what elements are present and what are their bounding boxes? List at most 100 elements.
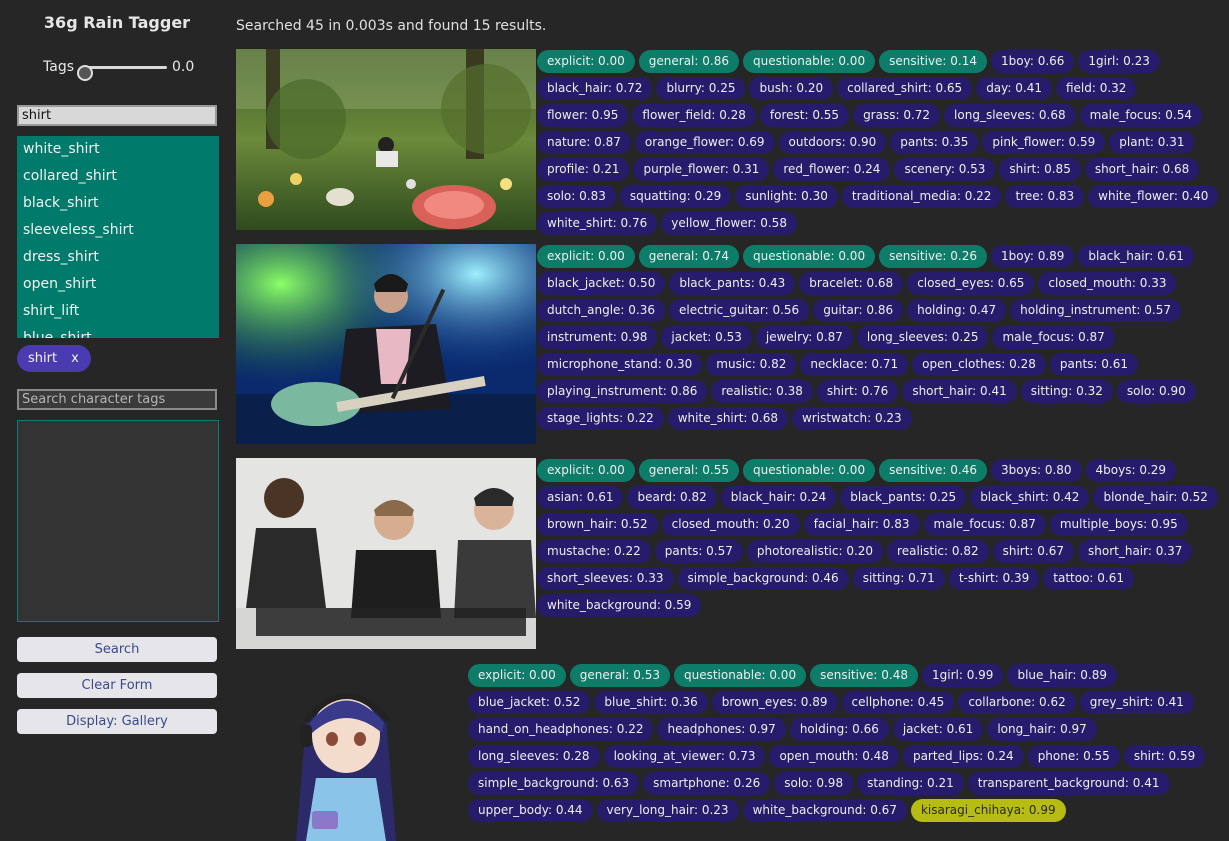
tag-badge[interactable]: transparent_background: 0.41 bbox=[967, 772, 1170, 795]
tag-badge[interactable]: long_hair: 0.97 bbox=[987, 718, 1097, 741]
tag-suggestion-list[interactable]: white_shirt collared_shirt black_shirt s… bbox=[17, 136, 219, 338]
tag-badge[interactable]: hand_on_headphones: 0.22 bbox=[468, 718, 654, 741]
tag-badge[interactable]: holding: 0.66 bbox=[789, 718, 889, 741]
tag-badge[interactable]: short_sleeves: 0.33 bbox=[537, 567, 674, 590]
tag-badge[interactable]: black_jacket: 0.50 bbox=[537, 272, 666, 295]
tag-badge[interactable]: jacket: 0.61 bbox=[892, 718, 984, 741]
tag-badge[interactable]: black_hair: 0.24 bbox=[720, 486, 837, 509]
tag-badge[interactable]: 4boys: 0.29 bbox=[1085, 459, 1177, 482]
tag-badge[interactable]: bracelet: 0.68 bbox=[799, 272, 904, 295]
tag-badge[interactable]: nature: 0.87 bbox=[537, 131, 631, 154]
clear-form-button[interactable]: Clear Form bbox=[17, 673, 217, 698]
tag-badge[interactable]: white_shirt: 0.76 bbox=[537, 212, 658, 235]
tag-badge[interactable]: open_clothes: 0.28 bbox=[912, 353, 1046, 376]
tag-badge[interactable]: sensitive: 0.26 bbox=[879, 245, 988, 268]
tag-badge[interactable]: general: 0.74 bbox=[638, 245, 739, 268]
tag-badge[interactable]: jewelry: 0.87 bbox=[755, 326, 853, 349]
tag-badge[interactable]: beard: 0.82 bbox=[627, 486, 717, 509]
tag-badge[interactable]: long_sleeves: 0.25 bbox=[856, 326, 989, 349]
tag-badge[interactable]: forest: 0.55 bbox=[759, 104, 850, 127]
tag-badge[interactable]: collarbone: 0.62 bbox=[958, 691, 1076, 714]
tag-badge[interactable]: orange_flower: 0.69 bbox=[634, 131, 775, 154]
tag-badge[interactable]: grey_shirt: 0.41 bbox=[1079, 691, 1194, 714]
tag-badge[interactable]: general: 0.53 bbox=[569, 664, 670, 687]
tag-badge[interactable]: standing: 0.21 bbox=[857, 772, 964, 795]
tag-badge[interactable]: instrument: 0.98 bbox=[537, 326, 658, 349]
tag-badge[interactable]: guitar: 0.86 bbox=[813, 299, 904, 322]
tag-badge[interactable]: wristwatch: 0.23 bbox=[791, 407, 912, 430]
suggestion-item[interactable]: black_shirt bbox=[17, 190, 219, 217]
tag-badge[interactable]: asian: 0.61 bbox=[537, 486, 624, 509]
tag-badge[interactable]: mustache: 0.22 bbox=[537, 540, 651, 563]
tag-badge[interactable]: questionable: 0.00 bbox=[742, 50, 876, 73]
tag-badge[interactable]: black_pants: 0.43 bbox=[669, 272, 796, 295]
tag-badge[interactable]: 3boys: 0.80 bbox=[991, 459, 1082, 482]
tag-badge[interactable]: squatting: 0.29 bbox=[619, 185, 732, 208]
tag-badge[interactable]: upper_body: 0.44 bbox=[468, 799, 593, 822]
tag-badge[interactable]: photorealistic: 0.20 bbox=[746, 540, 884, 563]
result-image-three-men[interactable] bbox=[236, 458, 536, 649]
tag-badge[interactable]: realistic: 0.82 bbox=[887, 540, 989, 563]
tag-badge[interactable]: sitting: 0.32 bbox=[1020, 380, 1113, 403]
tag-badge[interactable]: electric_guitar: 0.56 bbox=[669, 299, 810, 322]
character-search-input[interactable] bbox=[17, 389, 217, 410]
tag-badge[interactable]: shirt: 0.76 bbox=[816, 380, 899, 403]
tag-badge[interactable]: white_background: 0.67 bbox=[742, 799, 907, 822]
tag-badge[interactable]: outdoors: 0.90 bbox=[778, 131, 887, 154]
tag-badge[interactable]: day: 0.41 bbox=[976, 77, 1052, 100]
tag-badge[interactable]: 1girl: 0.23 bbox=[1078, 50, 1160, 73]
tag-badge[interactable]: very_long_hair: 0.23 bbox=[596, 799, 739, 822]
tag-badge[interactable]: pants: 0.61 bbox=[1049, 353, 1138, 376]
tag-badge[interactable]: parted_lips: 0.24 bbox=[902, 745, 1024, 768]
tag-badge[interactable]: flower_field: 0.28 bbox=[632, 104, 756, 127]
tag-badge[interactable]: stage_lights: 0.22 bbox=[537, 407, 664, 430]
tag-badge[interactable]: blonde_hair: 0.52 bbox=[1093, 486, 1218, 509]
tag-badge[interactable]: questionable: 0.00 bbox=[742, 245, 876, 268]
tag-badge[interactable]: general: 0.86 bbox=[638, 50, 739, 73]
tag-badge[interactable]: field: 0.32 bbox=[1055, 77, 1137, 100]
tag-badge[interactable]: t-shirt: 0.39 bbox=[948, 567, 1040, 590]
tag-badge[interactable]: solo: 0.90 bbox=[1116, 380, 1196, 403]
tag-badge[interactable]: smartphone: 0.26 bbox=[643, 772, 771, 795]
tag-badge[interactable]: brown_eyes: 0.89 bbox=[711, 691, 838, 714]
tag-badge[interactable]: tattoo: 0.61 bbox=[1043, 567, 1135, 590]
tag-badge[interactable]: sensitive: 0.48 bbox=[810, 664, 919, 687]
tag-badge[interactable]: white_flower: 0.40 bbox=[1088, 185, 1219, 208]
tag-badge[interactable]: pants: 0.57 bbox=[654, 540, 743, 563]
tag-badge[interactable]: traditional_media: 0.22 bbox=[841, 185, 1002, 208]
tag-badge[interactable]: yellow_flower: 0.58 bbox=[661, 212, 797, 235]
result-image-anime-girl[interactable] bbox=[236, 663, 467, 841]
tags-threshold-slider[interactable] bbox=[77, 65, 167, 81]
tag-badge[interactable]: solo: 0.98 bbox=[774, 772, 854, 795]
tag-badge[interactable]: grass: 0.72 bbox=[853, 104, 941, 127]
tag-badge[interactable]: open_mouth: 0.48 bbox=[769, 745, 899, 768]
tag-badge[interactable]: short_hair: 0.41 bbox=[902, 380, 1017, 403]
tag-badge[interactable]: pink_flower: 0.59 bbox=[982, 131, 1106, 154]
tag-badge[interactable]: holding: 0.47 bbox=[907, 299, 1007, 322]
tag-badge[interactable]: general: 0.55 bbox=[638, 459, 739, 482]
tag-search-input[interactable] bbox=[17, 105, 217, 126]
tag-badge[interactable]: playing_instrument: 0.86 bbox=[537, 380, 708, 403]
tag-badge[interactable]: phone: 0.55 bbox=[1027, 745, 1120, 768]
search-button[interactable]: Search bbox=[17, 637, 217, 662]
tag-badge[interactable]: necklace: 0.71 bbox=[800, 353, 909, 376]
tag-badge[interactable]: male_focus: 0.87 bbox=[923, 513, 1046, 536]
tag-badge[interactable]: black_hair: 0.72 bbox=[537, 77, 653, 100]
tag-badge[interactable]: flower: 0.95 bbox=[537, 104, 629, 127]
tag-badge[interactable]: blurry: 0.25 bbox=[656, 77, 746, 100]
tag-badge[interactable]: realistic: 0.38 bbox=[711, 380, 813, 403]
tag-badge[interactable]: dutch_angle: 0.36 bbox=[537, 299, 665, 322]
tag-badge[interactable]: solo: 0.83 bbox=[537, 185, 616, 208]
tag-badge[interactable]: holding_instrument: 0.57 bbox=[1010, 299, 1181, 322]
suggestion-item[interactable]: blue_shirt bbox=[17, 325, 219, 338]
tag-badge[interactable]: shirt: 0.67 bbox=[992, 540, 1074, 563]
tag-badge[interactable]: sunlight: 0.30 bbox=[735, 185, 838, 208]
tag-badge[interactable]: simple_background: 0.63 bbox=[468, 772, 640, 795]
tag-badge[interactable]: shirt: 0.85 bbox=[999, 158, 1081, 181]
tag-badge[interactable]: sensitive: 0.46 bbox=[879, 459, 988, 482]
tag-badge[interactable]: black_pants: 0.25 bbox=[840, 486, 967, 509]
tag-badge[interactable]: black_shirt: 0.42 bbox=[970, 486, 1090, 509]
tag-badge[interactable]: sensitive: 0.14 bbox=[879, 50, 988, 73]
tag-badge[interactable]: closed_mouth: 0.20 bbox=[661, 513, 800, 536]
tag-badge[interactable]: shirt: 0.59 bbox=[1123, 745, 1206, 768]
